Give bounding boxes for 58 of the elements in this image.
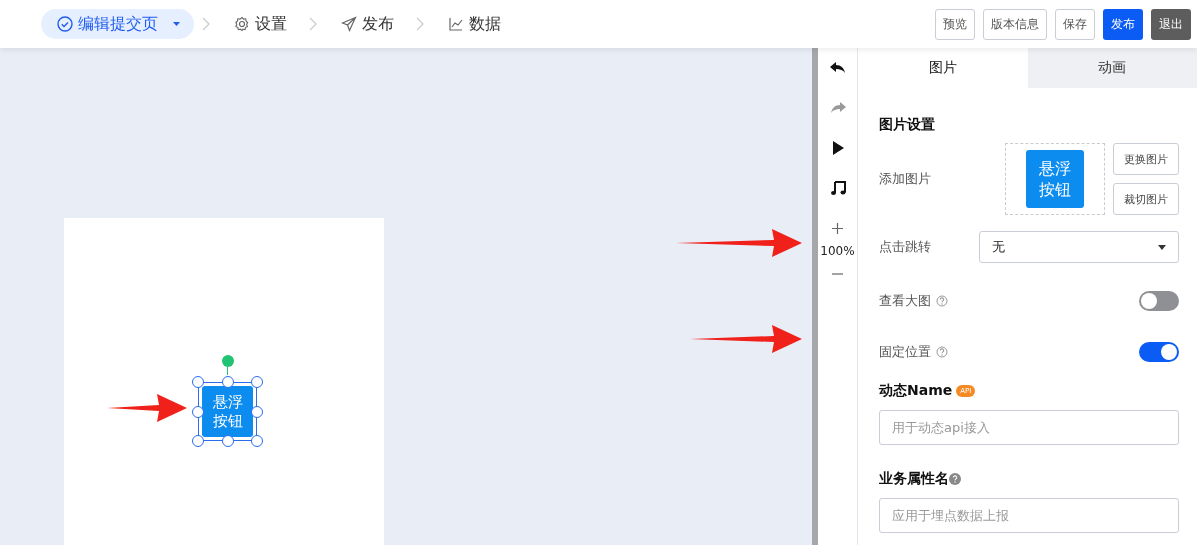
action-button[interactable]: 版本信息 [983,8,1047,40]
step-label: 数据 [469,13,501,35]
nav-step[interactable]: 编辑提交页 [41,9,194,39]
jump-select[interactable]: 无 [979,231,1179,263]
music-note-icon [829,180,846,196]
check-circle-icon [57,16,73,32]
undo-icon [828,61,847,75]
resize-handle[interactable] [192,405,204,418]
plus-icon [832,222,843,234]
resize-handle[interactable] [221,376,234,388]
help-icon[interactable] [936,346,948,358]
step-label: 设置 [255,13,287,35]
toggle-switch[interactable] [1139,342,1179,362]
toggle-switch[interactable] [1139,291,1179,311]
scrollbar[interactable] [812,48,818,545]
resize-handle[interactable] [221,435,234,447]
step-label: 编辑提交页 [78,13,158,35]
resize-handle[interactable] [192,435,204,447]
field-title: 动态Name [879,382,953,400]
line-chart-icon [448,16,464,32]
image-preview: 悬浮按钮 [1026,150,1084,208]
minus-icon [832,273,843,275]
section-title: 图片设置 [879,116,936,134]
resize-handle[interactable] [251,405,263,418]
action-button[interactable]: 保存 [1055,8,1095,40]
field-label: 查看大图 [879,292,931,310]
help-icon[interactable] [936,295,948,307]
resize-handle[interactable] [251,435,263,447]
caret-icon [173,22,180,26]
image-button[interactable]: 更换图片 [1113,143,1179,175]
resize-handle[interactable] [192,376,204,388]
caret-icon [1158,244,1166,250]
action-button[interactable]: 预览 [935,8,975,40]
image-button[interactable]: 裁切图片 [1113,183,1179,215]
action-button[interactable]: 退出 [1151,8,1191,40]
step-label: 发布 [362,13,394,35]
field-title: 业务属性名 [879,470,949,488]
nav-step[interactable]: 发布 [325,9,408,39]
help-icon[interactable] [949,473,961,485]
field-label: 添加图片 [879,170,931,188]
field-label: 点击跳转 [879,238,931,256]
chevron-icon [416,17,424,31]
chevron-icon [309,17,317,31]
play-icon [831,141,844,155]
chevron-icon [202,17,210,31]
resize-handle[interactable] [251,376,263,388]
action-button[interactable]: 发布 [1103,8,1143,40]
zoom-level: 100% [820,244,855,258]
panel-tab[interactable]: 动画 [1027,48,1197,88]
nav-step[interactable]: 设置 [218,9,301,39]
settings-icon [234,16,250,32]
send-icon [341,16,357,32]
redo-icon [828,101,847,115]
nav-step[interactable]: 数据 [432,9,515,39]
input-field[interactable]: 应用于埋点数据上报 [879,498,1179,533]
input-field[interactable]: 用于动态api接入 [879,410,1179,445]
field-label: 固定位置 [879,343,931,361]
rotate-handle[interactable] [221,355,234,375]
